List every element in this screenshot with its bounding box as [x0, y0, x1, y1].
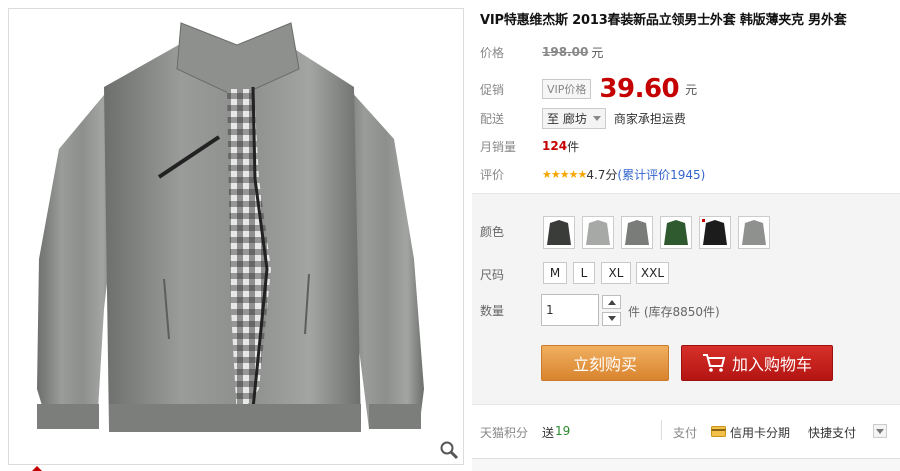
product-image-panel[interactable]: [8, 8, 464, 465]
sales-row: 月销量 124 件: [480, 134, 579, 158]
add-to-cart-button[interactable]: 加入购物车: [681, 345, 833, 381]
size-option-m[interactable]: M: [543, 262, 567, 284]
size-option-xl[interactable]: XL: [601, 262, 631, 284]
original-price: 198.00: [542, 45, 589, 59]
points-prefix: 送: [542, 426, 555, 440]
quantity-increase-button[interactable]: [602, 295, 621, 309]
shipping-destination-value: 至 廊坊: [547, 111, 587, 126]
shipping-label: 配送: [480, 111, 505, 126]
chevron-down-icon: [592, 115, 601, 121]
product-image-jacket: [37, 22, 424, 432]
buy-now-button[interactable]: 立刻购买: [541, 345, 669, 381]
size-label: 尺码: [480, 268, 505, 282]
rating-score: 4.7分: [586, 167, 618, 182]
rating-stars-icon: ★★★★★: [542, 167, 587, 181]
promo-label: 促销: [480, 82, 505, 97]
product-title: VIP特惠维杰斯 2013春装新品立领男士外套 韩版薄夹克 男外套: [480, 13, 847, 28]
add-to-cart-label: 加入购物车: [731, 355, 812, 374]
sales-unit: 件: [567, 139, 580, 154]
quick-pay-link[interactable]: 快捷支付: [808, 424, 856, 441]
color-label: 颜色: [480, 225, 505, 239]
thumbnail-indicator-icon: [30, 462, 44, 471]
promo-row: 促销 VIP价格 39.60 元: [480, 74, 697, 104]
size-option-l[interactable]: L: [573, 262, 595, 284]
stock-info: 件 (库存8850件): [628, 305, 720, 319]
quantity-label: 数量: [480, 304, 505, 318]
chevron-up-icon: [607, 300, 616, 305]
size-option-xxl[interactable]: XXL: [636, 262, 669, 284]
price-row: 价格 198.00 元: [480, 40, 603, 64]
footer-divider: [661, 420, 662, 440]
color-swatch-silver[interactable]: [738, 216, 770, 249]
sales-label: 月销量: [480, 139, 517, 154]
chevron-down-icon: [607, 316, 616, 321]
quantity-input[interactable]: 1: [541, 294, 599, 326]
pay-more-dropdown[interactable]: [873, 424, 887, 438]
detail-tabs-bar: [472, 458, 900, 471]
rating-row: 评价 ★★★★★ 4.7分 (累计评价1945): [480, 162, 705, 186]
rating-label: 评价: [480, 167, 505, 182]
magnifier-icon[interactable]: [439, 440, 459, 460]
color-swatch-green[interactable]: [660, 216, 692, 249]
buy-now-label: 立刻购买: [572, 355, 637, 374]
sales-count: 124: [542, 139, 568, 153]
points-value: 19: [555, 424, 571, 438]
price-label: 价格: [480, 45, 505, 60]
pay-label: 支付: [673, 426, 698, 440]
chevron-down-icon: [876, 428, 884, 434]
points-label: 天猫积分: [480, 426, 529, 440]
color-swatch-dark-gray[interactable]: [543, 216, 575, 249]
color-swatch-light-gray[interactable]: [582, 216, 614, 249]
color-swatch-gray[interactable]: [621, 216, 653, 249]
credit-card-icon: [711, 426, 726, 440]
credit-installment-link[interactable]: 信用卡分期: [730, 424, 790, 441]
vip-price-tag: VIP价格: [542, 79, 592, 99]
color-swatch-black[interactable]: [699, 216, 731, 249]
shipping-note: 商家承担运费: [613, 111, 686, 126]
promo-unit: 元: [685, 82, 698, 97]
promo-price: 39.60: [599, 74, 680, 104]
quantity-decrease-button[interactable]: [602, 312, 621, 326]
cart-icon: [702, 354, 726, 372]
shipping-row: 配送 至 廊坊 商家承担运费: [480, 106, 686, 130]
price-unit: 元: [591, 45, 604, 60]
reviews-link[interactable]: (累计评价1945): [617, 166, 705, 183]
shipping-destination-select[interactable]: 至 廊坊: [542, 107, 606, 129]
